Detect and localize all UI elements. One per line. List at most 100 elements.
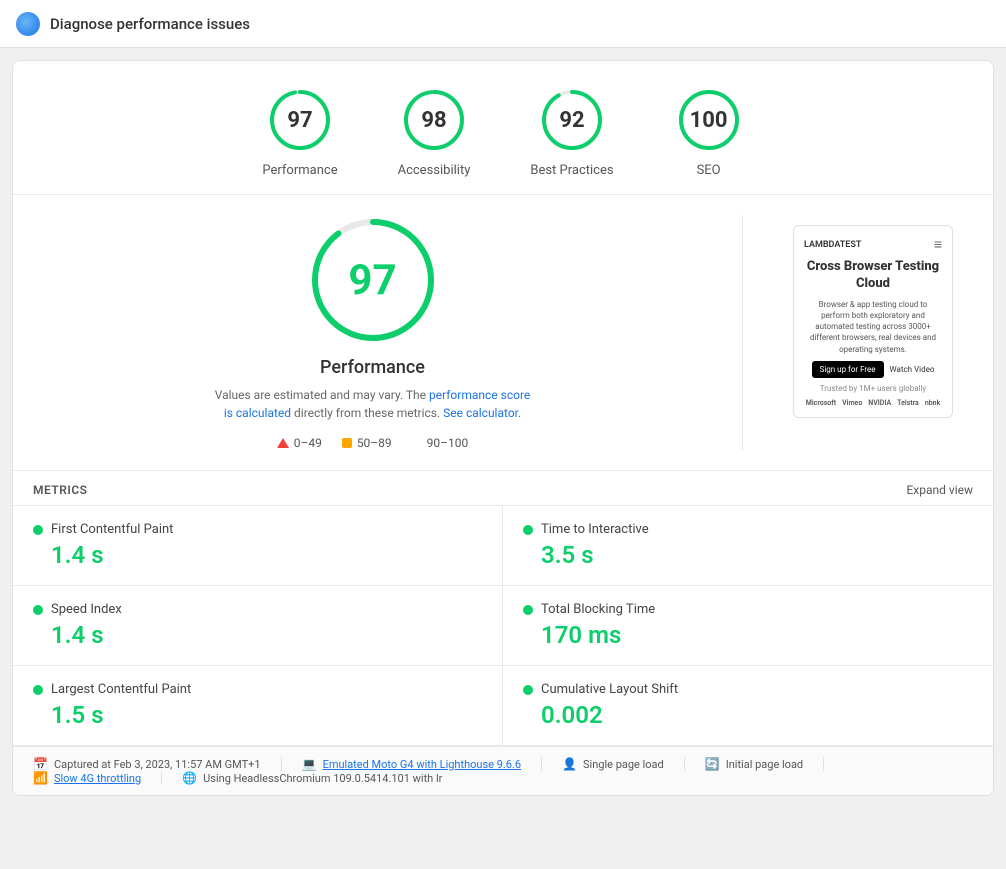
metric-dot-3 <box>523 605 533 615</box>
metric-cell-4: Largest Contentful Paint 1.5 s <box>13 666 503 746</box>
metrics-header: METRICS Expand view <box>13 471 993 505</box>
score-circle-accessibility: 98 <box>399 85 469 155</box>
ad-signup-button[interactable]: Sign up for Free <box>812 361 884 378</box>
score-item-seo: 100 SEO <box>674 85 744 178</box>
metric-dot-0 <box>33 525 43 535</box>
metric-name-2: Speed Index <box>51 602 122 617</box>
footer-item-2: 👤Single page load <box>562 757 685 771</box>
ad-brand-nbnk: nbnk <box>925 399 940 407</box>
ad-trusted: Trusted by 1M+ users globally <box>804 384 942 393</box>
score-num-seo: 100 <box>690 108 728 133</box>
footer-item-4: 📶 Slow 4G throttling <box>33 771 162 785</box>
metric-cell-2: Speed Index 1.4 s <box>13 586 503 666</box>
footer-icon-1: 💻 <box>302 757 317 771</box>
score-circle-performance: 97 <box>265 85 335 155</box>
score-circle-best-practices: 92 <box>537 85 607 155</box>
perf-calc-link[interactable]: See calculator. <box>443 406 521 420</box>
footer-icon-5: 🌐 <box>182 771 197 785</box>
ad-logo-text: LAMBDATEST <box>804 240 861 250</box>
ad-brand-microsoft: Microsoft <box>806 399 836 407</box>
footer-text-5: Using HeadlessChromium 109.0.5414.101 wi… <box>203 772 442 785</box>
metric-value-1: 3.5 s <box>523 541 973 569</box>
metric-name-row-0: First Contentful Paint <box>33 522 482 537</box>
perf-desc-prefix: Values are estimated and may vary. The <box>215 388 429 402</box>
metric-value-3: 170 ms <box>523 621 973 649</box>
ad-menu-icon[interactable]: ≡ <box>934 236 942 253</box>
score-num-accessibility: 98 <box>421 108 446 133</box>
main-card: 97 Performance 98 Accessibility 92 Best … <box>12 60 994 796</box>
footer-link-1[interactable]: Emulated Moto G4 with Lighthouse 9.6.6 <box>323 758 522 771</box>
score-item-accessibility: 98 Accessibility <box>398 85 471 178</box>
ad-brand-nvidia: NVIDIA <box>868 399 891 407</box>
metric-dot-1 <box>523 525 533 535</box>
metric-dot-4 <box>33 685 43 695</box>
metric-dot-2 <box>33 605 43 615</box>
metric-name-5: Cumulative Layout Shift <box>541 682 678 697</box>
score-label-seo: SEO <box>697 163 721 178</box>
ad-watch-button[interactable]: Watch Video <box>890 365 935 374</box>
ad-headline: Cross Browser Testing Cloud <box>804 259 942 293</box>
ad-logo-row: LAMBDATEST ≡ <box>804 236 942 253</box>
average-icon <box>342 438 352 448</box>
metric-value-0: 1.4 s <box>33 541 482 569</box>
metric-cell-3: Total Blocking Time 170 ms <box>503 586 993 666</box>
ad-brands: Microsoft Vimeo NVIDIA Telstra nbnk <box>804 399 942 407</box>
app-header: Diagnose performance issues <box>0 0 1006 48</box>
metric-value-4: 1.5 s <box>33 701 482 729</box>
score-label-performance: Performance <box>262 163 337 178</box>
metric-name-1: Time to Interactive <box>541 522 649 537</box>
metric-value-5: 0.002 <box>523 701 973 729</box>
performance-section: 97 Performance Values are estimated and … <box>13 195 993 471</box>
metric-name-row-2: Speed Index <box>33 602 482 617</box>
footer-text-0: Captured at Feb 3, 2023, 11:57 AM GMT+1 <box>54 758 261 771</box>
ad-buttons-row: Sign up for Free Watch Video <box>804 361 942 378</box>
metrics-grid: First Contentful Paint 1.4 s Time to Int… <box>13 505 993 746</box>
legend-good: 90–100 <box>412 436 469 450</box>
footer-icon-4: 📶 <box>33 771 48 785</box>
perf-title: Performance <box>320 357 425 378</box>
app-icon <box>16 12 40 36</box>
legend-fail: 0–49 <box>277 436 322 450</box>
score-circle-seo: 100 <box>674 85 744 155</box>
score-item-performance: 97 Performance <box>262 85 337 178</box>
big-score-circle: 97 <box>308 215 438 345</box>
footer-item-0: 📅 Captured at Feb 3, 2023, 11:57 AM GMT+1 <box>33 757 282 771</box>
metric-name-row-1: Time to Interactive <box>523 522 973 537</box>
footer-text-3: Initial page load <box>726 758 803 771</box>
perf-desc: Values are estimated and may vary. The p… <box>213 386 533 422</box>
big-score-value: 97 <box>348 256 396 305</box>
ad-brand-telstra: Telstra <box>897 399 919 407</box>
app-title: Diagnose performance issues <box>50 15 250 33</box>
fail-range: 0–49 <box>294 436 322 450</box>
footer-icon-2: 👤 <box>562 757 577 771</box>
fail-icon <box>277 438 289 448</box>
footer-link-4[interactable]: Slow 4G throttling <box>54 772 141 785</box>
expand-view-button[interactable]: Expand view <box>906 483 973 497</box>
metrics-label: METRICS <box>33 483 88 497</box>
good-range: 90–100 <box>427 436 469 450</box>
legend-average: 50–89 <box>342 436 392 450</box>
legend: 0–49 50–89 90–100 <box>277 436 469 450</box>
metric-name-0: First Contentful Paint <box>51 522 173 537</box>
scores-row: 97 Performance 98 Accessibility 92 Best … <box>13 61 993 195</box>
ad-sub: Browser & app testing cloud to perform b… <box>804 299 942 355</box>
ad-brand-vimeo: Vimeo <box>842 399 862 407</box>
footer-item-1: 💻 Emulated Moto G4 with Lighthouse 9.6.6 <box>302 757 542 771</box>
score-num-performance: 97 <box>287 108 312 133</box>
metric-dot-5 <box>523 685 533 695</box>
ad-panel: LAMBDATEST ≡ Cross Browser Testing Cloud… <box>793 225 953 418</box>
metric-name-3: Total Blocking Time <box>541 602 655 617</box>
score-item-best-practices: 92 Best Practices <box>530 85 613 178</box>
score-num-best-practices: 92 <box>559 108 584 133</box>
metric-name-row-4: Largest Contentful Paint <box>33 682 482 697</box>
footer-item-3: 🔄Initial page load <box>705 757 824 771</box>
metric-cell-0: First Contentful Paint 1.4 s <box>13 506 503 586</box>
metric-cell-5: Cumulative Layout Shift 0.002 <box>503 666 993 746</box>
perf-desc-suffix: directly from these metrics. <box>291 406 440 420</box>
good-icon <box>412 438 422 448</box>
footer-icon-0: 📅 <box>33 757 48 771</box>
metric-name-row-3: Total Blocking Time <box>523 602 973 617</box>
divider-vertical <box>742 215 743 450</box>
metric-value-2: 1.4 s <box>33 621 482 649</box>
metric-name-4: Largest Contentful Paint <box>51 682 191 697</box>
